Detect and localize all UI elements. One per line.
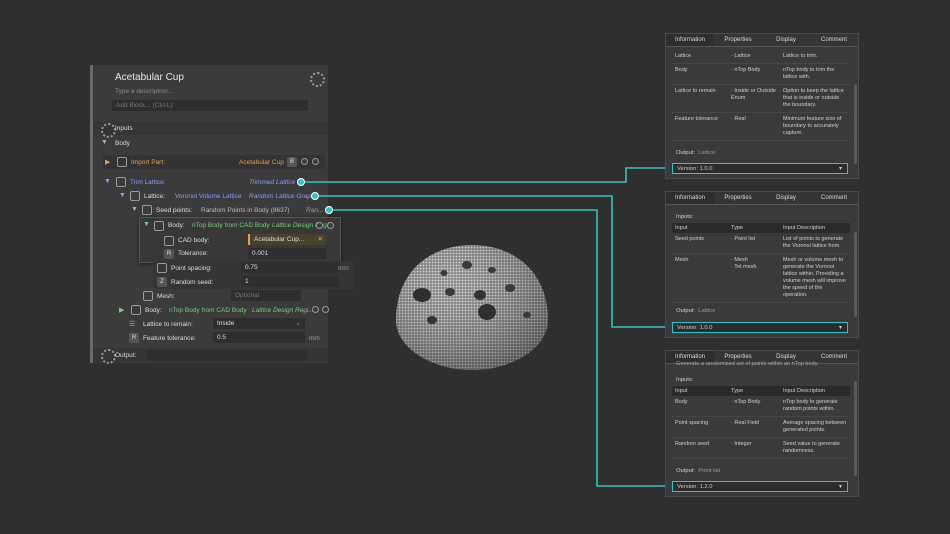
doc-panel-random-points: Information Properties Display Comment G… (665, 350, 859, 497)
lattice-cup-render (396, 245, 548, 370)
table-header: Input Type Input Description (672, 223, 850, 233)
table-row: Mesh · Mesh · Tet mesh Mesh or volume mesh… (672, 253, 850, 303)
chevron-down-icon: ▾ (838, 325, 842, 331)
version-label: Version: (677, 166, 698, 172)
output-type: Lattice (698, 308, 716, 314)
table-row: Lattice to remain · Inside or Outside Enu… (672, 84, 850, 113)
version-label: Version: (677, 325, 698, 331)
scrollbar[interactable] (854, 232, 857, 317)
doc-panel-trim-lattice: Information Properties Display Comment L… (665, 33, 859, 179)
tab-properties[interactable]: Properties (714, 34, 762, 46)
doc-tabs: Information Properties Display Comment (666, 192, 858, 205)
output-label: Output: (676, 468, 696, 474)
scrollbar[interactable] (854, 84, 857, 164)
chevron-down-icon: ▾ (838, 484, 842, 490)
table-row: Body · nTop Body nTop body to generate ran… (672, 396, 850, 417)
input-table: Input Type Input Description Seed points · … (672, 223, 850, 303)
tab-information[interactable]: Information (666, 34, 714, 46)
table-row: Point spacing · Real Field Average spacing… (672, 416, 850, 438)
tab-display[interactable]: Display (762, 34, 810, 46)
table-row: Random seed · Integer Seed value to genera… (672, 437, 850, 459)
output-type: Lattice (698, 150, 716, 156)
version-value: 1.0.0 (699, 166, 713, 172)
input-table: Input Type Input Description Body · nTop Bo… (672, 386, 850, 459)
tab-comment[interactable]: Comment (810, 34, 858, 46)
output-label: Output: (676, 308, 696, 314)
output-type: Point list (698, 468, 721, 474)
tab-display[interactable]: Display (762, 192, 810, 204)
tab-comment[interactable]: Comment (810, 192, 858, 204)
input-table: Lattice · Lattice Lattice to trim. Body · n… (672, 50, 850, 141)
table-header: Input Type Input Description (672, 386, 850, 396)
output-info: Output: Lattice (676, 308, 715, 314)
wire-trim-lattice (305, 167, 670, 183)
inputs-heading: Inputs: (676, 377, 694, 383)
table-row: Feature tolerance · Real Minimum feature s… (672, 112, 850, 141)
doc-panel-voronoi: Information Properties Display Comment I… (665, 191, 859, 338)
table-row: Body · nTop Body nTop body to trim the lat… (672, 63, 850, 85)
chevron-down-icon: ▾ (838, 166, 842, 172)
version-value: 1.2.0 (699, 484, 713, 490)
table-row: Seed points · Point list List of points to… (672, 233, 850, 254)
output-label: Output: (676, 150, 696, 156)
tab-properties[interactable]: Properties (714, 192, 762, 204)
output-info: Output: Lattice (676, 150, 715, 156)
version-select[interactable]: Version: 1.2.0 ▾ (672, 481, 848, 492)
output-info: Output: Point list (676, 468, 720, 474)
inputs-heading: Inputs: (676, 214, 694, 220)
version-value: 1.0.0 (699, 325, 713, 331)
tab-information[interactable]: Information (666, 192, 714, 204)
table-row: Lattice · Lattice Lattice to trim. (672, 50, 850, 64)
version-label: Version: (677, 484, 698, 490)
version-select[interactable]: Version: 1.0.0 ▾ (672, 163, 848, 174)
doc-tabs: Information Properties Display Comment (666, 34, 858, 47)
scrollbar[interactable] (854, 381, 857, 476)
description-text: Generate a randomized set of points with… (676, 361, 819, 367)
version-select[interactable]: Version: 1.0.0 ▾ (672, 322, 848, 333)
